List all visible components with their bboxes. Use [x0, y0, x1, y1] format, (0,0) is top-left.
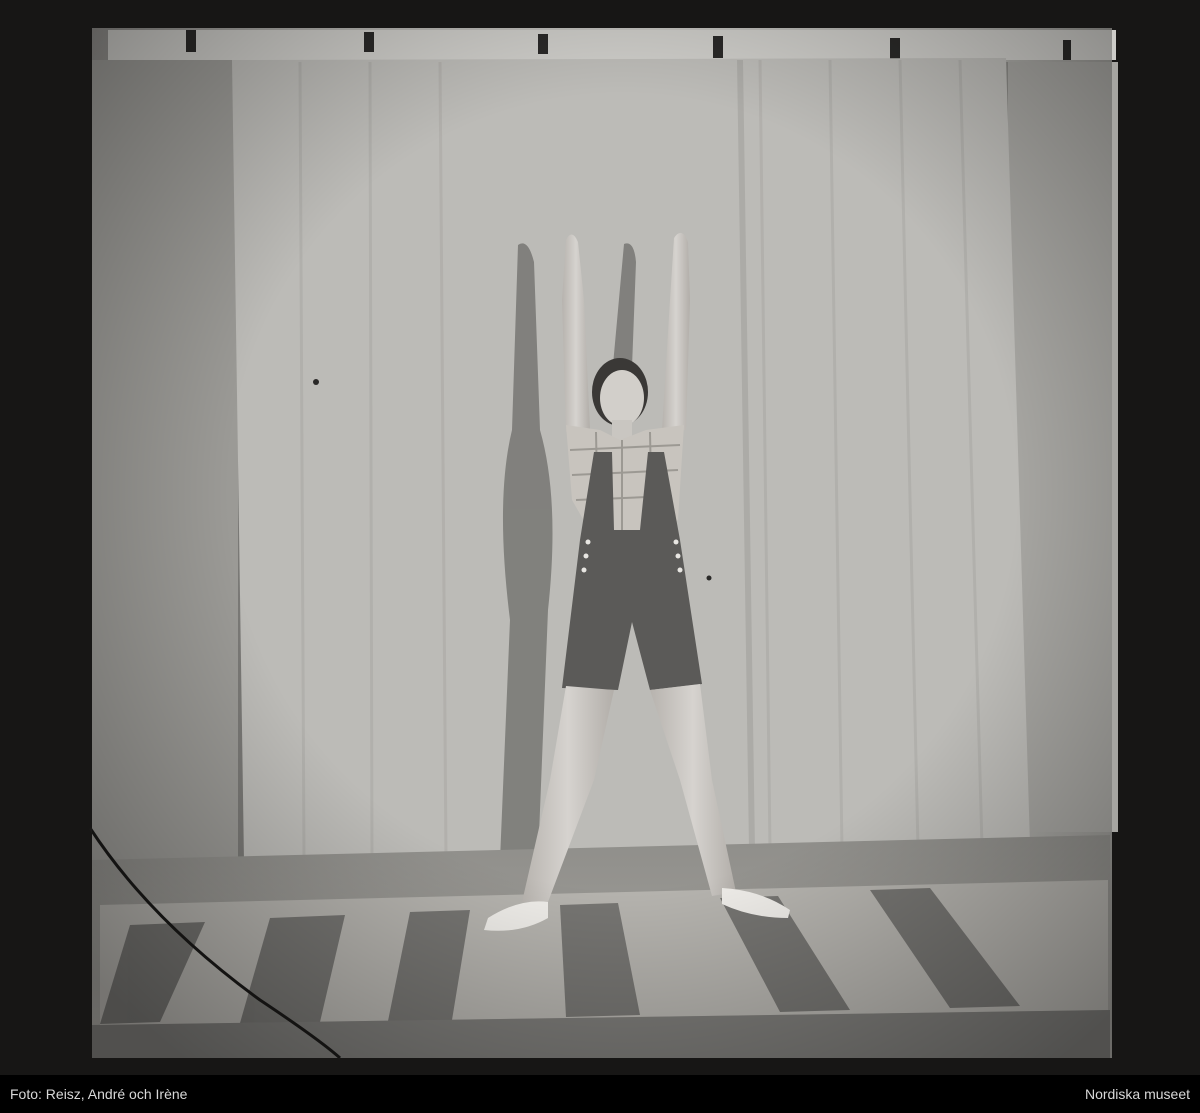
source-label: Nordiska museet: [1084, 1086, 1190, 1102]
photo-credit: Foto: Reisz, André och Irène: [10, 1086, 188, 1102]
photograph: [88, 28, 1118, 1060]
photo-area: [88, 28, 1118, 1060]
